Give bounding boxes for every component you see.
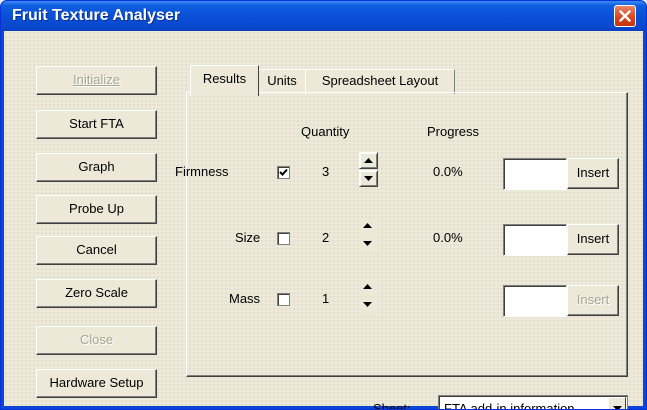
initialize-button-label: Initialize [73, 72, 120, 87]
graph-button[interactable]: Graph [36, 153, 157, 182]
dialog-window: Fruit Texture Analyser Initialize Start … [0, 0, 647, 410]
size-increment-button[interactable] [359, 218, 378, 235]
arrow-up-icon [363, 223, 372, 228]
firmness-input[interactable] [503, 158, 567, 190]
tab-units[interactable]: Units [258, 69, 306, 94]
chevron-down-icon [613, 406, 622, 409]
size-label: Size [235, 230, 261, 245]
close-button[interactable]: Close [36, 326, 157, 355]
close-window-button[interactable] [614, 5, 636, 27]
cancel-button[interactable]: Cancel [36, 236, 157, 265]
zero-scale-button[interactable]: Zero Scale [36, 279, 157, 308]
sheet-label: Sheet: [373, 401, 411, 410]
tab-spreadsheet-layout[interactable]: Spreadsheet Layout [305, 69, 455, 94]
arrow-down-icon [363, 241, 372, 246]
mass-checkbox[interactable] [277, 293, 290, 306]
firmness-progress: 0.0% [433, 164, 463, 179]
graph-button-label: Graph [78, 159, 115, 174]
size-decrement-button[interactable] [359, 236, 378, 253]
firmness-decrement-button[interactable] [359, 170, 378, 187]
zero-scale-button-label: Zero Scale [65, 285, 128, 300]
size-progress: 0.0% [433, 230, 463, 245]
arrow-down-icon [363, 302, 372, 307]
arrow-up-icon [363, 284, 372, 289]
checkmark-icon [279, 168, 288, 176]
close-icon [619, 10, 631, 22]
arrow-up-icon [364, 158, 373, 163]
size-input[interactable] [503, 224, 567, 256]
mass-label: Mass [229, 291, 261, 306]
size-quantity: 2 [322, 230, 330, 245]
firmness-increment-button[interactable] [359, 152, 378, 169]
tab-results[interactable]: Results [190, 65, 259, 96]
close-button-label: Close [79, 332, 114, 347]
firmness-quantity: 3 [322, 164, 330, 179]
mass-decrement-button[interactable] [359, 297, 378, 314]
hardware-setup-button[interactable]: Hardware Setup [36, 369, 157, 398]
size-insert-label: Insert [576, 231, 610, 246]
firmness-insert-button[interactable]: Insert [567, 158, 619, 189]
arrow-down-icon [364, 176, 373, 181]
sheet-dropdown-button[interactable] [608, 397, 626, 409]
mass-quantity: 1 [322, 291, 330, 306]
firmness-checkbox[interactable] [277, 166, 290, 179]
mass-input[interactable] [503, 285, 567, 317]
start-fta-button[interactable]: Start FTA [36, 110, 157, 139]
title-bar[interactable]: Fruit Texture Analyser [1, 1, 646, 31]
sheet-select-value: FTA add-in information [444, 401, 575, 410]
sheet-select[interactable]: FTA add-in information [438, 395, 628, 410]
progress-header: Progress [427, 124, 480, 139]
mass-insert-label: Insert [576, 292, 610, 307]
mass-increment-button[interactable] [359, 279, 378, 296]
tab-units-label: Units [267, 73, 297, 88]
mass-insert-button[interactable]: Insert [567, 285, 619, 316]
initialize-button[interactable]: Initialize [36, 66, 157, 95]
firmness-insert-label: Insert [576, 165, 610, 180]
quantity-header: Quantity [301, 124, 350, 139]
tab-results-label: Results [202, 71, 247, 86]
dialog-body: Initialize Start FTA Graph Probe Up Canc… [4, 31, 643, 409]
hardware-setup-button-label: Hardware Setup [49, 375, 144, 390]
size-checkbox[interactable] [277, 232, 290, 245]
probe-up-button-label: Probe Up [69, 201, 124, 216]
tab-spreadsheet-layout-label: Spreadsheet Layout [321, 73, 439, 88]
probe-up-button[interactable]: Probe Up [36, 195, 157, 224]
start-fta-button-label: Start FTA [69, 116, 124, 131]
window-title: Fruit Texture Analyser [12, 7, 181, 24]
cancel-button-label: Cancel [76, 242, 117, 257]
firmness-label: Firmness [175, 164, 229, 179]
size-insert-button[interactable]: Insert [567, 224, 619, 255]
